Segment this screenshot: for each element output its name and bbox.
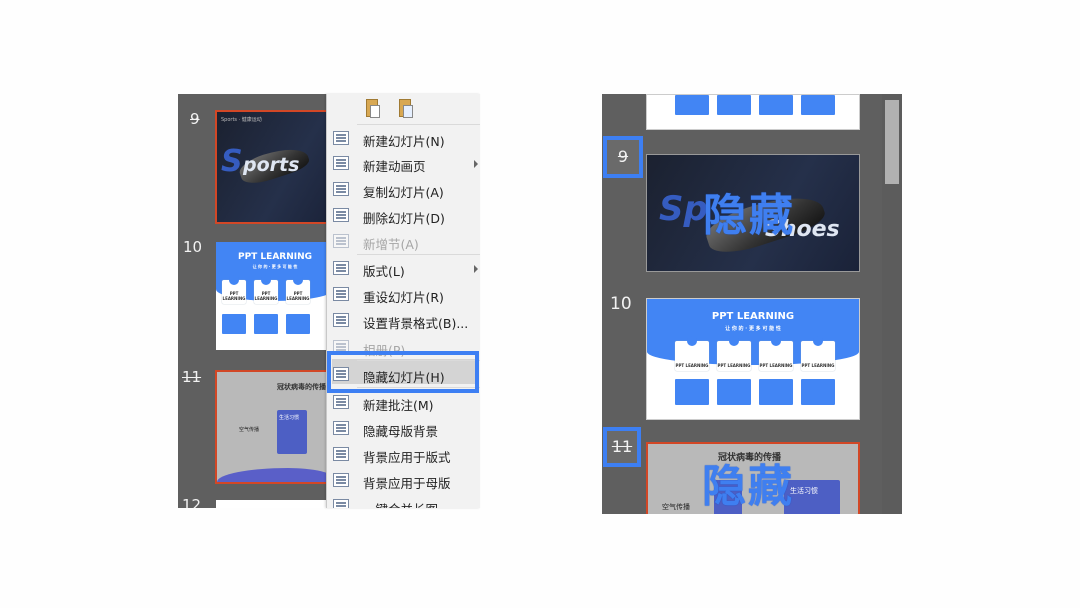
menu-item-4: 新增节(A) (327, 229, 480, 254)
info-box (254, 314, 278, 334)
menu-item-icon (333, 395, 349, 409)
hidden-overlay-text: 隐藏 (703, 190, 795, 241)
menu-item-12[interactable]: 背景应用于版式 (327, 442, 480, 467)
menu-item-icon (333, 261, 349, 275)
feature-card: PPT LEARNING (717, 336, 751, 371)
menu-item-label: 设置背景格式(B)... (363, 316, 469, 331)
feature-card: PPT LEARNING (286, 275, 310, 304)
slide-number-9: 9 (190, 110, 200, 128)
menu-item-icon (333, 499, 349, 508)
slide-title: PPT LEARNING (711, 311, 795, 322)
menu-item-1[interactable]: 新建动画页 (327, 151, 480, 176)
menu-separator (357, 124, 480, 125)
menu-item-label: 新增节(A) (363, 237, 419, 252)
slide-title: PPT LEARNING (237, 252, 313, 262)
slide-title: 冠状病毒的传播 (277, 383, 326, 391)
menu-item-14[interactable]: 一键合并长图 (327, 494, 480, 508)
menu-item-icon (333, 182, 349, 196)
slide-number-10: 10 (610, 294, 632, 314)
menu-item-13[interactable]: 背景应用于母版 (327, 468, 480, 493)
feature-card: PPT LEARNING (759, 336, 793, 371)
hidden-slide-number-9: 9 (603, 136, 643, 178)
menu-item-icon (333, 131, 349, 145)
paste-icon[interactable] (364, 99, 380, 119)
menu-item-icon (333, 156, 349, 170)
menu-separator (357, 254, 480, 255)
slide-thumbnail-11[interactable]: 冠状病毒的传播 生活习惯 空气传播 (215, 370, 337, 484)
slide-number-11: 11 (182, 368, 202, 386)
slide-thumbnail-11[interactable]: 冠状病毒的传播 生活习惯 空气传播 隐藏 (646, 442, 860, 514)
slide-caption: Sports · 健康运动 (221, 117, 262, 123)
menu-item-label: 背景应用于母版 (363, 476, 451, 491)
sports-word: ports (243, 154, 300, 176)
paste-picture-icon[interactable] (397, 99, 413, 119)
menu-item-icon (333, 287, 349, 301)
info-box (717, 379, 751, 405)
menu-item-icon (333, 473, 349, 487)
slide-subtitle: 让 你 的 · 更 多 可 能 性 (252, 264, 298, 269)
menu-item-label: 新建动画页 (363, 159, 426, 174)
menu-item-label: 新建批注(M) (363, 398, 434, 413)
menu-item-3[interactable]: 删除幻灯片(D) (327, 203, 480, 228)
hidden-overlay-text: 隐藏 (702, 461, 794, 512)
submenu-arrow-icon (474, 160, 478, 168)
feature-card: PPT LEARNING (222, 275, 246, 304)
sports-letters: Sp (659, 189, 708, 229)
context-menu: 新建幻灯片(N) 新建动画页复制幻灯片(A) 删除幻灯片(D) 新增节(A) 版式(L)… (326, 94, 480, 508)
info-box (222, 314, 246, 334)
side-label: 空气传播 (239, 427, 260, 433)
menu-item-label: 复制幻灯片(A) (363, 185, 444, 200)
menu-item-label: 删除幻灯片(D) (363, 211, 445, 226)
info-box (801, 379, 835, 405)
side-label: 空气传播 (662, 503, 690, 511)
info-box (286, 314, 310, 334)
scrollbar-thumb[interactable] (885, 100, 899, 184)
slide-thumbnail-pane-right[interactable]: 9 Sp Shoes 隐藏 10 PPT LEARNING 让 你 的 · 更 … (602, 94, 902, 514)
menu-item-icon (333, 421, 349, 435)
hide-slide-callout-box (327, 351, 479, 393)
content-box: 生活习惯 (277, 410, 307, 454)
slide-thumbnail-10[interactable]: PPT LEARNING 让 你 的 · 更 多 可 能 性 PPT LEARN… (646, 298, 860, 420)
menu-item-label: 重设幻灯片(R) (363, 290, 444, 305)
menu-item-7[interactable]: 设置背景格式(B)... (327, 308, 480, 333)
menu-item-label: 背景应用于版式 (363, 450, 451, 465)
menu-item-label: 一键合并长图 (363, 499, 438, 508)
slide-thumbnail-9[interactable]: S ports Sports · 健康运动 (215, 110, 337, 224)
menu-item-icon (333, 234, 349, 248)
menu-item-2[interactable]: 复制幻灯片(A) (327, 177, 480, 202)
menu-item-11[interactable]: 隐藏母版背景 (327, 416, 480, 441)
hidden-slide-number-11: 11 (603, 427, 641, 467)
slide-thumbnail-10[interactable]: PPT LEARNING 让 你 的 · 更 多 可 能 性 PPT LEARN… (216, 242, 334, 350)
scrollbar-track[interactable] (882, 94, 902, 514)
menu-item-label: 隐藏母版背景 (363, 424, 439, 439)
menu-item-label: 版式(L) (363, 264, 405, 279)
info-box (675, 379, 709, 405)
menu-item-5[interactable]: 版式(L) (327, 256, 480, 281)
submenu-arrow-icon (474, 265, 478, 273)
wave-decoration (217, 468, 335, 482)
sports-letter: S (221, 144, 243, 179)
info-box (759, 379, 793, 405)
menu-item-label: 新建幻灯片(N) (363, 134, 445, 149)
feature-card: PPT LEARNING (801, 336, 835, 371)
menu-item-icon (333, 447, 349, 461)
menu-item-0[interactable]: 新建幻灯片(N) (327, 126, 480, 151)
slide-thumbnail-9[interactable]: Sp Shoes 隐藏 (646, 154, 860, 272)
slide-thumbnail-12[interactable] (216, 500, 334, 508)
slide-number-12: 12 (182, 496, 202, 508)
feature-card: PPT LEARNING (254, 275, 278, 304)
feature-card: PPT LEARNING (675, 336, 709, 371)
slide-thumbnail-8[interactable] (646, 94, 860, 130)
menu-item-icon (333, 313, 349, 327)
slide-number-10: 10 (183, 238, 203, 256)
menu-item-10[interactable]: 新建批注(M) (327, 390, 480, 415)
menu-item-6[interactable]: 重设幻灯片(R) (327, 282, 480, 307)
slide-subtitle: 让 你 的 · 更 多 可 能 性 (725, 326, 781, 332)
menu-item-icon (333, 208, 349, 222)
